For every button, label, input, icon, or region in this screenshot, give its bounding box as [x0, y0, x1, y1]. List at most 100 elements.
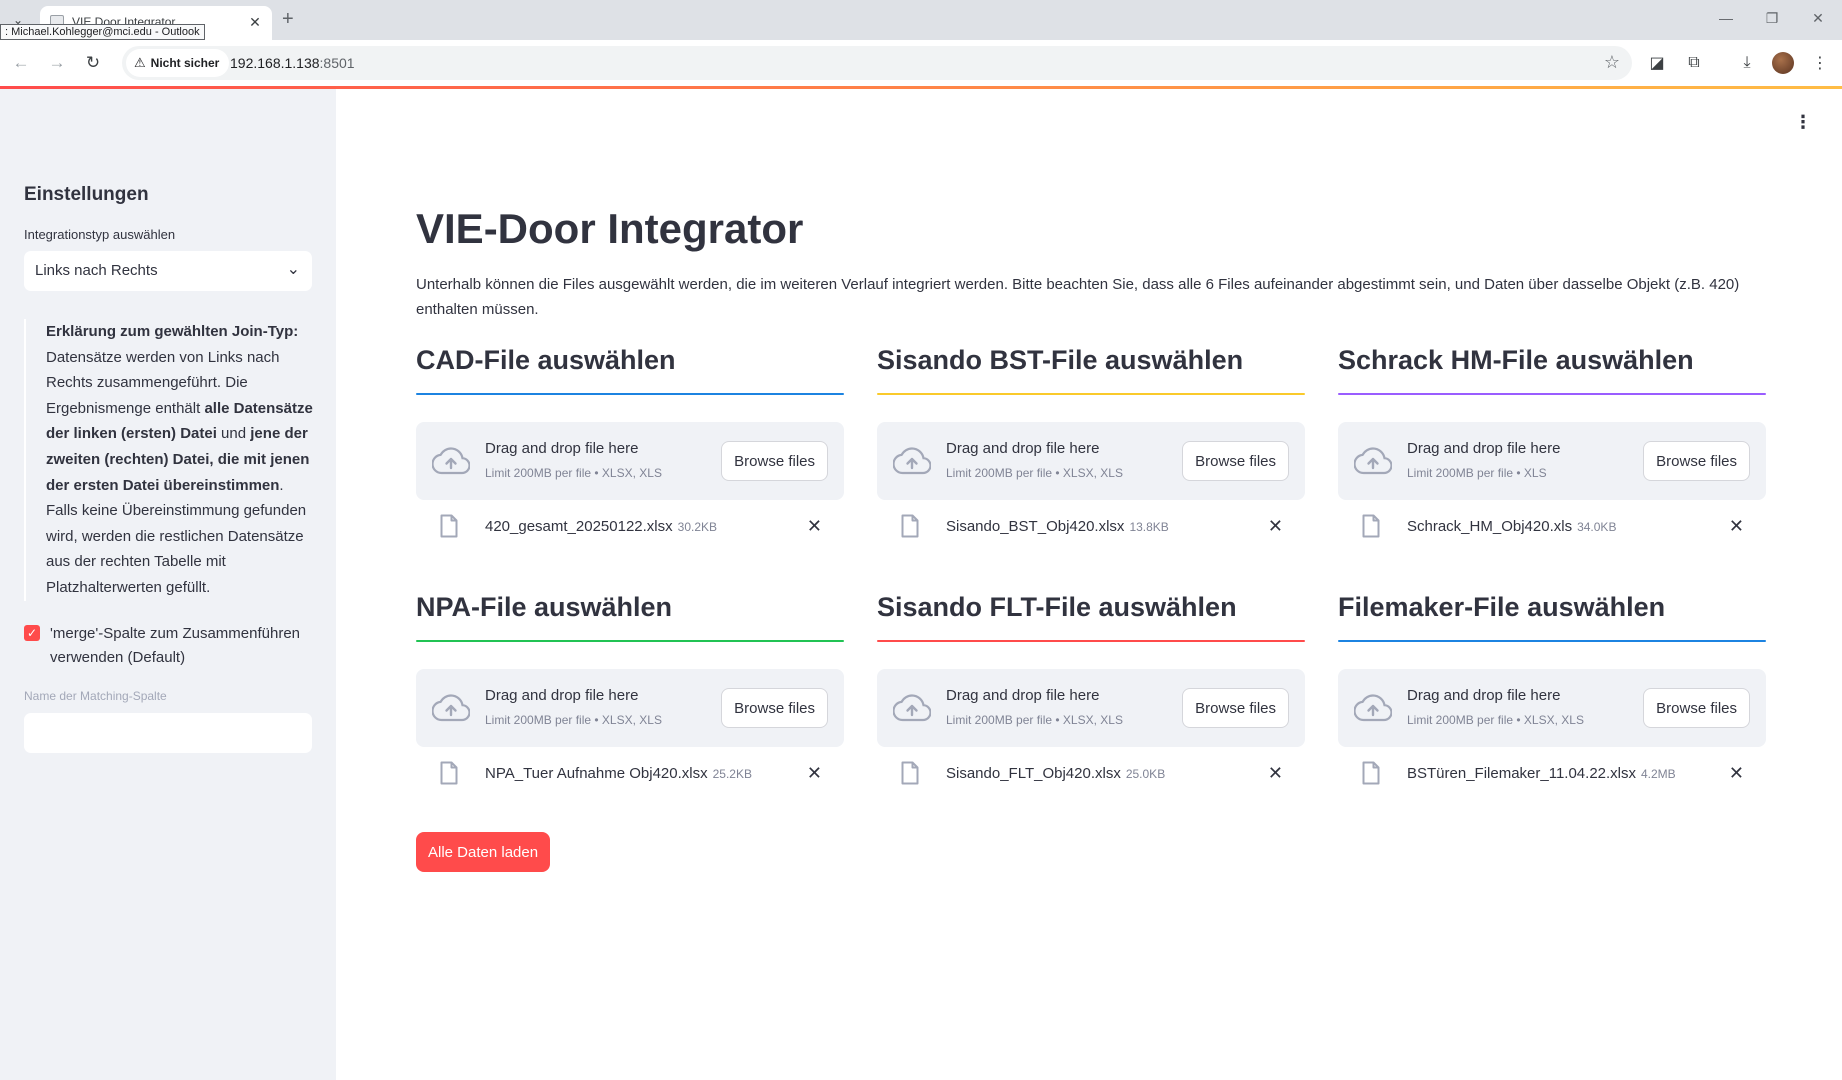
browse-files-button[interactable]: Browse files — [1182, 441, 1289, 481]
uploaded-file: 420_gesamt_20250122.xlsx 30.2KB ✕ — [416, 510, 844, 546]
load-all-button[interactable]: Alle Daten laden — [416, 832, 551, 872]
uploader-heading: CAD-File auswählen — [416, 345, 676, 375]
app-menu-icon[interactable]: ⋮ — [1794, 112, 1812, 133]
new-tab-icon[interactable]: + — [282, 8, 294, 31]
file-name: Sisando_BST_Obj420.xlsx — [946, 518, 1125, 535]
dropzone[interactable]: Drag and drop file here Limit 200MB per … — [877, 669, 1305, 747]
back-icon[interactable]: ← — [10, 53, 32, 73]
browse-files-button[interactable]: Browse files — [1643, 688, 1750, 728]
bookmark-star-icon[interactable]: ☆ — [1604, 52, 1620, 73]
forward-icon[interactable]: → — [46, 53, 68, 73]
join-type-explanation: Erklärung zum gewählten Join-Typ: Datens… — [24, 319, 314, 601]
integration-type-value: Links nach Rechts — [35, 262, 158, 279]
file-name: Schrack_HM_Obj420.xls — [1407, 518, 1573, 535]
window-close-icon[interactable]: ✕ — [1808, 10, 1828, 27]
file-size: 4.2MB — [1641, 767, 1676, 781]
heading-divider — [416, 393, 844, 395]
dropzone[interactable]: Drag and drop file here Limit 200MB per … — [1338, 669, 1766, 747]
heading-divider — [416, 640, 844, 642]
file-icon — [901, 514, 919, 538]
profile-avatar[interactable] — [1772, 52, 1794, 74]
restore-icon[interactable]: ❐ — [1762, 10, 1782, 27]
uploaded-file: Sisando_BST_Obj420.xlsx 13.8KB ✕ — [877, 510, 1305, 546]
dropzone-limit: Limit 200MB per file • XLSX, XLS — [946, 713, 1123, 727]
cloud-upload-icon — [432, 447, 470, 475]
cloud-upload-icon — [893, 447, 931, 475]
heading-divider — [1338, 640, 1766, 642]
dropzone[interactable]: Drag and drop file here Limit 200MB per … — [416, 669, 844, 747]
matching-column-label: Name der Matching-Spalte — [24, 689, 167, 703]
close-icon[interactable]: ✕ — [1268, 516, 1283, 537]
file-name-wrap: Sisando_BST_Obj420.xlsx 13.8KB — [946, 518, 1169, 535]
file-size: 25.2KB — [712, 767, 752, 781]
url-port: :8501 — [319, 55, 355, 71]
file-name-wrap: Schrack_HM_Obj420.xls 34.0KB — [1407, 518, 1616, 535]
browser-menu-icon[interactable]: ⋮ — [1809, 52, 1831, 74]
browser-toolbar: ← → ↻ ⚠ Nicht sicher 192.168.1.138:8501 … — [0, 40, 1842, 87]
close-icon[interactable]: ✕ — [1268, 763, 1283, 784]
tooltip: : Michael.Kohlegger@mci.edu - Outlook — [0, 24, 205, 40]
browse-files-button[interactable]: Browse files — [721, 441, 828, 481]
cloud-upload-icon — [1354, 694, 1392, 722]
close-icon[interactable]: ✕ — [807, 516, 822, 537]
file-size: 34.0KB — [1577, 520, 1617, 534]
uploader-heading: Filemaker-File auswählen — [1338, 592, 1666, 622]
tab-strip: ⌄ VIE Door Integrator ✕ + : Michael.Kohl… — [0, 0, 1842, 40]
close-icon[interactable]: ✕ — [1729, 516, 1744, 537]
dropzone-limit: Limit 200MB per file • XLS — [1407, 466, 1547, 480]
browse-files-button[interactable]: Browse files — [1182, 688, 1289, 728]
dropzone[interactable]: Drag and drop file here Limit 200MB per … — [877, 422, 1305, 500]
dropzone-instructions: Drag and drop file here — [946, 440, 1100, 457]
file-name: BSTüren_Filemaker_11.04.22.xlsx — [1407, 765, 1636, 782]
file-name: Sisando_FLT_Obj420.xlsx — [946, 765, 1121, 782]
dropzone-instructions: Drag and drop file here — [946, 687, 1100, 704]
matching-column-input[interactable] — [24, 713, 312, 753]
tab-close-icon[interactable]: ✕ — [246, 13, 264, 31]
uploaded-file: BSTüren_Filemaker_11.04.22.xlsx 4.2MB ✕ — [1338, 757, 1766, 793]
address-bar[interactable]: ⚠ Nicht sicher 192.168.1.138:8501 ☆ — [122, 46, 1632, 80]
dropzone-instructions: Drag and drop file here — [485, 440, 639, 457]
cloud-upload-icon — [432, 694, 470, 722]
browse-files-button[interactable]: Browse files — [721, 688, 828, 728]
integration-type-select[interactable]: Links nach Rechts ⌄ — [24, 251, 312, 291]
security-chip[interactable]: ⚠ Nicht sicher — [126, 49, 230, 77]
minimize-icon[interactable]: — — [1716, 10, 1736, 26]
file-name-wrap: BSTüren_Filemaker_11.04.22.xlsx 4.2MB — [1407, 765, 1676, 782]
uploader-heading: Schrack HM-File auswählen — [1338, 345, 1694, 375]
browse-files-button[interactable]: Browse files — [1643, 441, 1750, 481]
url-host: 192.168.1.138 — [230, 55, 320, 71]
dropzone-instructions: Drag and drop file here — [1407, 440, 1561, 457]
send-tab-icon[interactable]: ◪ — [1646, 52, 1668, 74]
explanation-text-3: . Falls keine Übereinstimmung gefunden w… — [46, 476, 307, 596]
dropzone-instructions: Drag and drop file here — [485, 687, 639, 704]
extensions-icon[interactable]: ⧉ — [1683, 52, 1705, 74]
file-size: 13.8KB — [1129, 520, 1169, 534]
page-title: VIE-Door Integrator — [416, 205, 804, 252]
file-icon — [901, 761, 919, 785]
file-name: NPA_Tuer Aufnahme Obj420.xlsx — [485, 765, 708, 782]
explanation-text-2: und — [216, 425, 251, 443]
heading-divider — [877, 393, 1305, 395]
uploaded-file: Sisando_FLT_Obj420.xlsx 25.0KB ✕ — [877, 757, 1305, 793]
merge-checkbox-label: 'merge'-Spalte zum Zusammenführen verwen… — [50, 625, 300, 666]
heading-divider — [877, 640, 1305, 642]
file-name-wrap: 420_gesamt_20250122.xlsx 30.2KB — [485, 518, 717, 535]
url-text: 192.168.1.138:8501 — [230, 55, 355, 71]
reload-icon[interactable]: ↻ — [82, 53, 104, 73]
file-icon — [1362, 514, 1380, 538]
file-icon — [1362, 761, 1380, 785]
file-size: 30.2KB — [677, 520, 718, 534]
close-icon[interactable]: ✕ — [1729, 763, 1744, 784]
dropzone-limit: Limit 200MB per file • XLSX, XLS — [1407, 713, 1584, 727]
sidebar-title: Einstellungen — [24, 184, 149, 205]
download-icon[interactable]: ⤓ — [1736, 52, 1758, 74]
merge-checkbox[interactable]: ✓ — [24, 625, 40, 641]
chevron-down-icon: ⌄ — [286, 261, 300, 278]
close-icon[interactable]: ✕ — [807, 763, 822, 784]
uploader-heading: NPA-File auswählen — [416, 592, 673, 622]
dropzone[interactable]: Drag and drop file here Limit 200MB per … — [416, 422, 844, 500]
uploader-heading: Sisando BST-File auswählen — [877, 345, 1244, 375]
warning-icon: ⚠ — [134, 55, 146, 70]
dropzone[interactable]: Drag and drop file here Limit 200MB per … — [1338, 422, 1766, 500]
file-name-wrap: NPA_Tuer Aufnahme Obj420.xlsx 25.2KB — [485, 765, 752, 782]
